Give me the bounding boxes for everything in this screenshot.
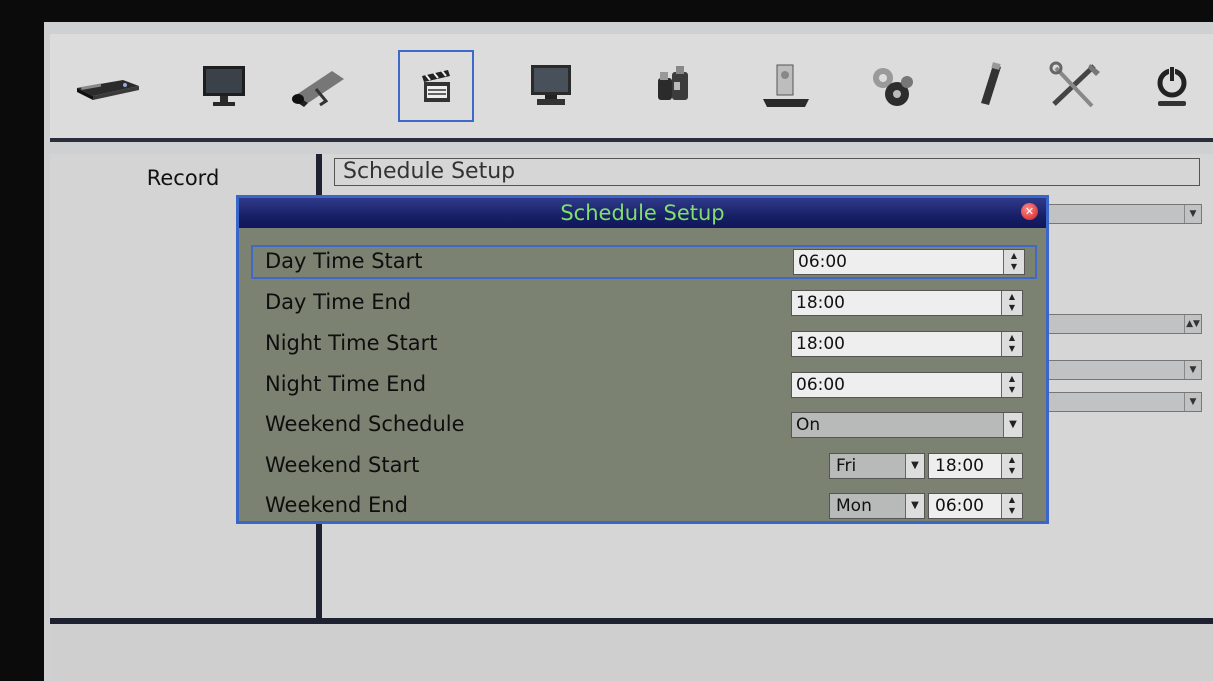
field-value: Fri [836,456,857,476]
chevron-down-icon[interactable]: ▼ [905,454,924,478]
spinner-arrows-icon[interactable]: ▲ ▼ [1001,332,1022,356]
row-label: Night Time Start [265,331,438,355]
spinner-arrows-icon[interactable]: ▲ ▼ [1001,291,1022,315]
weekend-start-day-select[interactable]: Fri ▼ [829,453,925,479]
row-label: Weekend End [265,493,408,517]
usb-icon[interactable] [954,50,1026,122]
row-weekend-start: Weekend Start Fri ▼ 18:00 ▲ ▼ [251,449,1037,483]
close-icon[interactable]: ✕ [1021,203,1038,220]
power-icon[interactable] [1136,50,1208,122]
chevron-down-icon: ▼ [1184,205,1201,223]
weekend-end-time-field[interactable]: 06:00 ▲ ▼ [928,493,1023,519]
monitor-icon[interactable] [188,50,260,122]
day-time-end-field[interactable]: 18:00 ▲ ▼ [791,290,1023,316]
tools-icon[interactable] [1040,50,1112,122]
status-bar [50,624,1213,681]
record-clapper-icon[interactable] [398,50,474,122]
spinner-arrows-icon[interactable]: ▲ ▼ [1001,494,1022,518]
row-label: Weekend Schedule [265,412,465,436]
system-gears-icon[interactable] [854,50,926,122]
chevron-down-icon[interactable]: ▼ [905,494,924,518]
dialog-title: Schedule Setup [239,198,1046,228]
chevron-down-icon[interactable]: ▼ [1003,413,1022,437]
left-panel-title: Record [146,166,220,190]
field-value: 18:00 [935,456,984,476]
night-time-end-field[interactable]: 06:00 ▲ ▼ [791,372,1023,398]
weekend-end-day-select[interactable]: Mon ▼ [829,493,925,519]
camera-icon[interactable] [282,50,354,122]
field-value: 18:00 [796,334,845,354]
row-day-time-start[interactable]: Day Time Start 06:00 ▲ ▼ [251,245,1037,279]
alarm-icon[interactable] [638,50,710,122]
network-computer-icon[interactable] [516,50,588,122]
spinner-arrows-icon[interactable]: ▲ ▼ [1003,250,1024,274]
hdd-storage-icon[interactable] [750,50,822,122]
spinner-arrows-icon[interactable]: ▲ ▼ [1001,373,1022,397]
row-label: Night Time End [265,372,427,396]
schedule-setup-dialog: Schedule Setup ✕ Day Time Start 06:00 ▲ ▼… [236,195,1049,524]
field-value: Mon [836,496,872,516]
row-label: Day Time End [265,290,412,314]
top-menu-bar [50,34,1213,142]
field-value: 06:00 [798,252,847,272]
weekend-schedule-select[interactable]: On ▼ [791,412,1023,438]
field-value: On [796,415,821,435]
spinner-arrows-icon[interactable]: ▲ ▼ [1001,454,1022,478]
row-label: Day Time Start [265,249,423,273]
background-dropdown[interactable]: ▼ [1048,392,1202,412]
spinner-arrows-icon: ▲▼ [1184,315,1201,333]
background-spinner[interactable]: ▲▼ [1048,314,1202,334]
row-day-time-end: Day Time End 18:00 ▲ ▼ [251,286,1037,320]
row-label: Weekend Start [265,453,420,477]
field-value: 06:00 [796,375,845,395]
chevron-down-icon: ▼ [1184,393,1201,411]
row-night-time-start: Night Time Start 18:00 ▲ ▼ [251,327,1037,361]
dvr-device-icon[interactable] [72,50,144,122]
background-dropdown[interactable]: ▼ [1048,204,1202,224]
row-weekend-end: Weekend End Mon ▼ 06:00 ▲ ▼ [251,489,1037,523]
section-header-schedule-setup[interactable]: Schedule Setup [334,158,1200,186]
row-weekend-schedule: Weekend Schedule On ▼ [251,408,1037,442]
field-value: 18:00 [796,293,845,313]
field-value: 06:00 [935,496,984,516]
background-dropdown[interactable]: ▼ [1048,360,1202,380]
weekend-start-time-field[interactable]: 18:00 ▲ ▼ [928,453,1023,479]
row-night-time-end: Night Time End 06:00 ▲ ▼ [251,368,1037,402]
night-time-start-field[interactable]: 18:00 ▲ ▼ [791,331,1023,357]
day-time-start-field[interactable]: 06:00 ▲ ▼ [793,249,1025,275]
chevron-down-icon: ▼ [1184,361,1201,379]
